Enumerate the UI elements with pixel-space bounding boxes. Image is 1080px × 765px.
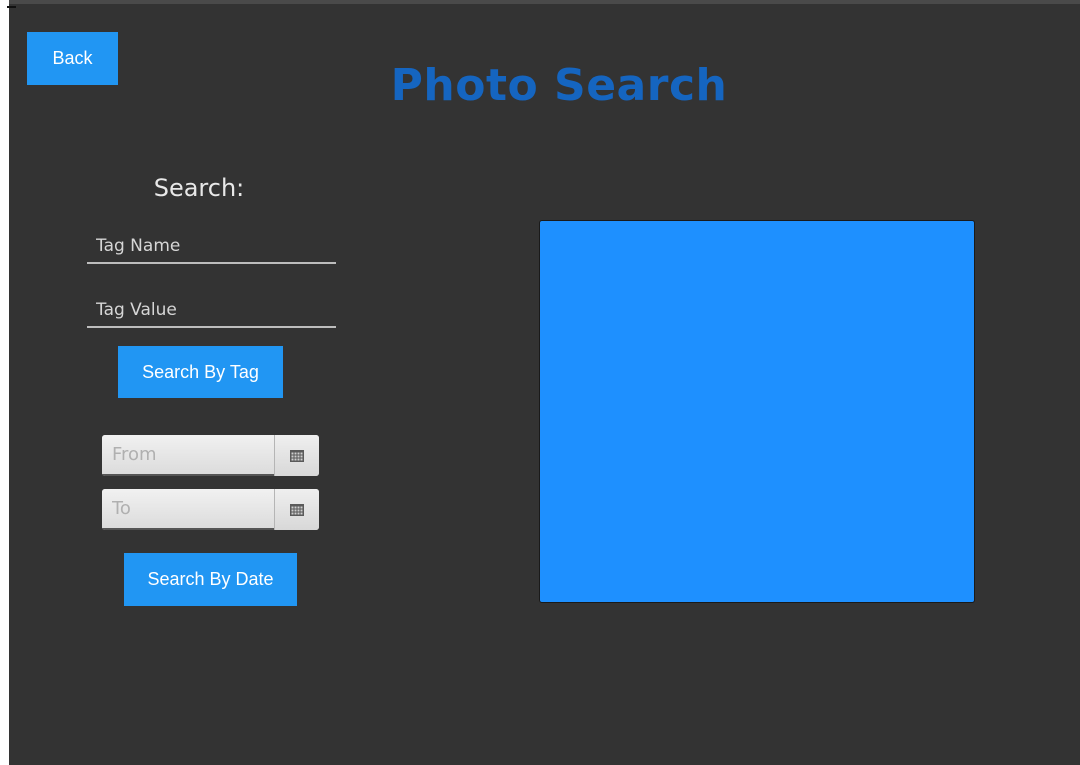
search-by-tag-button[interactable]: Search By Tag [118,346,283,398]
page-title: Photo Search [390,60,728,111]
from-date-picker [102,435,319,476]
tag-value-input[interactable] [87,294,336,328]
to-date-input[interactable] [102,489,274,530]
back-button[interactable]: Back [27,32,118,85]
from-date-input[interactable] [102,435,274,476]
window-corner-mark [7,6,16,8]
photo-display-area[interactable] [539,220,975,603]
calendar-icon [290,503,304,516]
from-date-calendar-button[interactable] [274,435,319,476]
search-by-date-button[interactable]: Search By Date [124,553,297,606]
to-date-calendar-button[interactable] [274,489,319,530]
window-frame-left [0,0,9,765]
calendar-icon [290,449,304,462]
search-label: Search: [153,174,245,202]
tag-name-input[interactable] [87,230,336,264]
photo-search-window: Back Photo Search Search: Search By Tag [9,4,1080,765]
to-date-picker [102,489,319,530]
